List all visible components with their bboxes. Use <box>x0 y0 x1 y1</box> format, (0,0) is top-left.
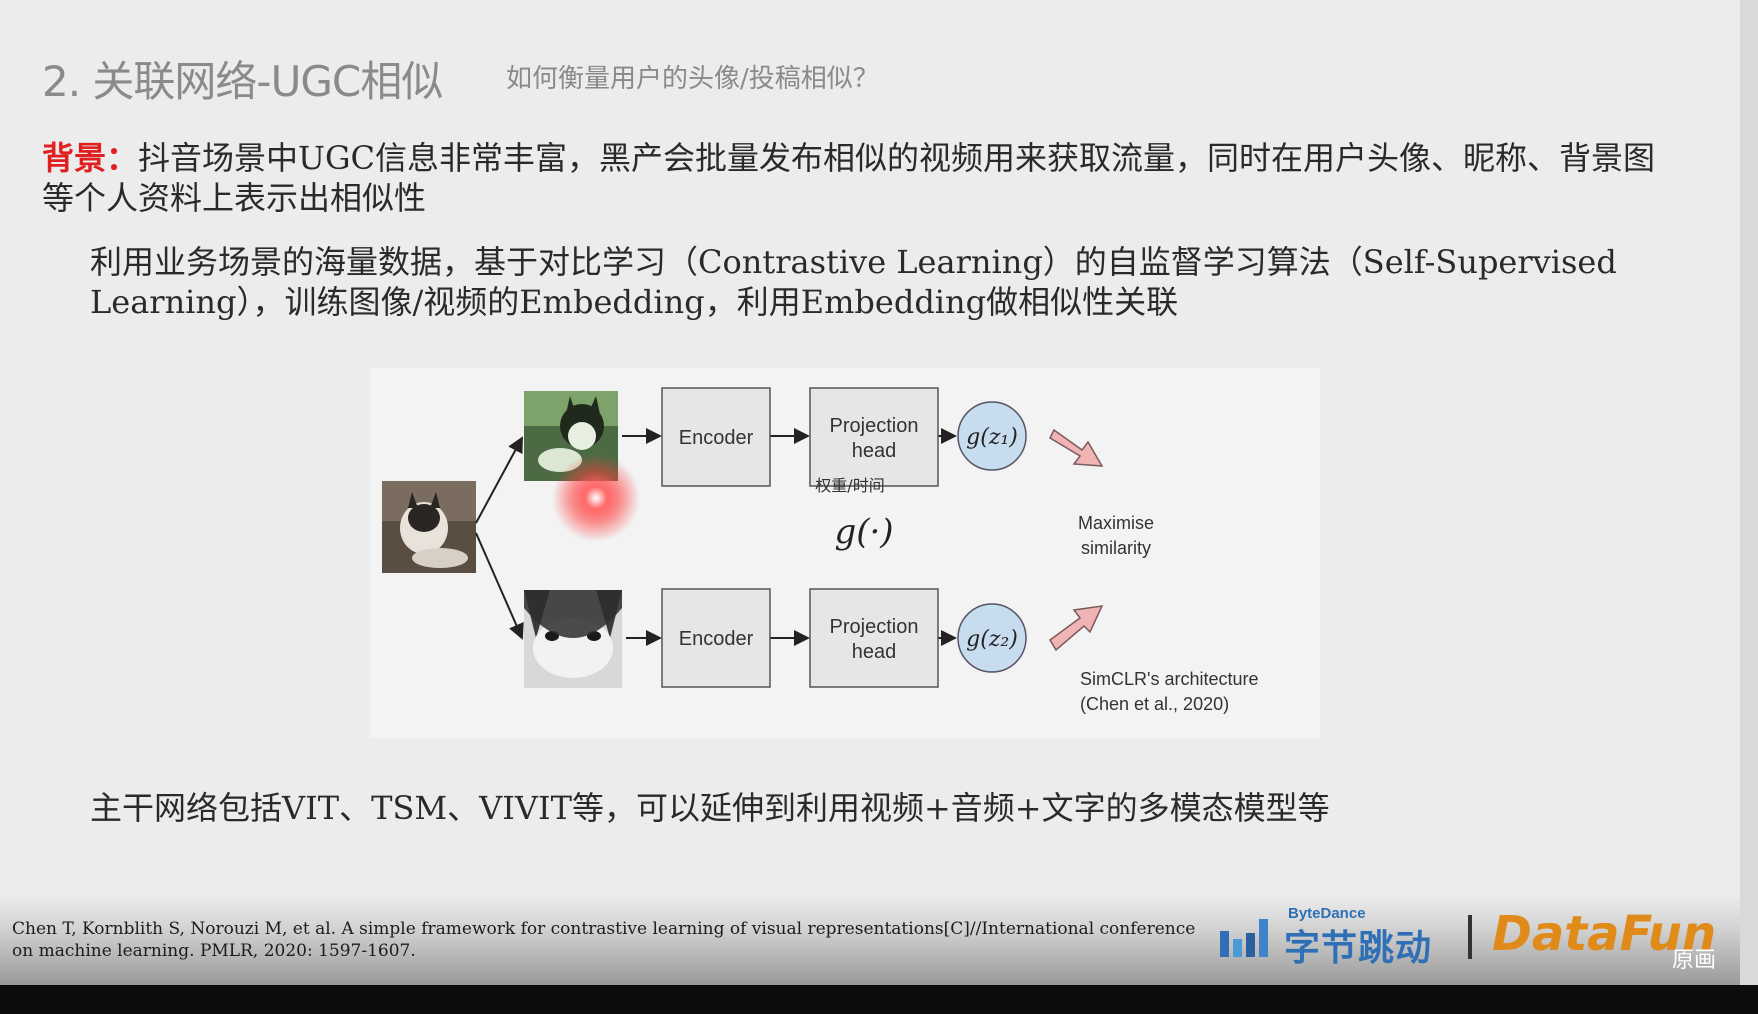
original-quality-button[interactable]: 原画 <box>1672 942 1716 974</box>
laser-pointer-dot <box>552 454 640 542</box>
projection-head-bottom-box <box>809 588 939 688</box>
pink-arrow-down <box>1049 428 1104 467</box>
projection-bottom-line1: Projection <box>830 616 919 638</box>
backbone-paragraph: 主干网络包括VIT、TSM、VIVIT等，可以延伸到利用视频+音频+文字的多模态… <box>90 789 1330 827</box>
projection-head-top-box <box>809 387 939 487</box>
encoder-top-label: Encoder <box>679 427 754 449</box>
augmented-image-bottom <box>524 590 622 688</box>
caption-line1: SimCLR's architecture <box>1080 669 1259 689</box>
encoder-bottom-label: Encoder <box>679 628 754 650</box>
method-paragraph: 利用业务场景的海量数据，基于对比学习（Contrastive Learning）… <box>90 243 1617 321</box>
z2-label: g(z₂) <box>966 627 1018 652</box>
bytedance-big-text: 字节跳动 <box>1284 928 1433 969</box>
pink-arrow-up <box>1049 605 1104 652</box>
projection-bottom-line2: head <box>852 641 897 663</box>
projection-top-line2: head <box>852 440 897 462</box>
background-paragraph: 背景：抖音场景中UGC信息非常丰富，黑产会批量发布相似的视频用来获取流量，同时在… <box>42 138 1672 218</box>
bytedance-logo: ByteDance 字节跳动 <box>1218 905 1438 969</box>
right-edge-strip <box>1740 0 1758 985</box>
z1-label: g(z₁) <box>966 425 1018 450</box>
simclr-diagram: Encoder Projection head Encoder Projecti… <box>370 368 1320 738</box>
weight-time-annotation: 权重/时间 <box>815 476 884 495</box>
background-text: 抖音场景中UGC信息非常丰富，黑产会批量发布相似的视频用来获取流量，同时在用户头… <box>42 139 1656 217</box>
maximise-line2: similarity <box>1081 538 1151 558</box>
slide-subtitle: 如何衡量用户的头像/投稿相似？ <box>506 64 879 94</box>
slide-title: 2. 关联网络-UGC相似 <box>42 57 443 106</box>
background-label: 背景： <box>42 139 139 177</box>
maximise-line1: Maximise <box>1078 513 1154 533</box>
bytedance-bars-icon <box>1220 919 1268 957</box>
projection-top-line1: Projection <box>830 415 919 437</box>
source-dog-image <box>382 481 476 573</box>
g-function-label: g(·) <box>834 512 893 552</box>
caption-line2: (Chen et al., 2020) <box>1080 694 1229 714</box>
citation-text: Chen T, Kornblith S, Norouzi M, et al. A… <box>12 919 1196 961</box>
player-bottom-bar <box>0 985 1758 1014</box>
logo-divider <box>1468 915 1472 959</box>
slide: 2. 关联网络-UGC相似 如何衡量用户的头像/投稿相似？ 背景：抖音场景中UG… <box>0 0 1740 985</box>
